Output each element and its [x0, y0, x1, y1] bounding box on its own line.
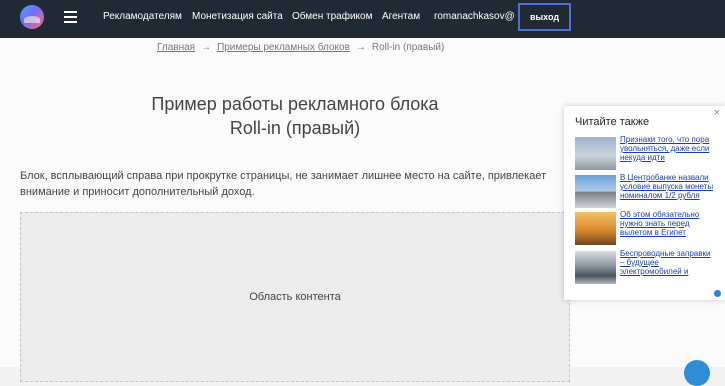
- widget-item[interactable]: В Центробанке назвали условие выпуска мо…: [575, 173, 720, 209]
- content-area-label: Область контента: [249, 291, 341, 303]
- ad-network-badge-icon[interactable]: [714, 290, 721, 297]
- widget-item-thumbnail[interactable]: [575, 175, 616, 208]
- page-title-line-2: Roll-in (правый): [229, 118, 361, 138]
- breadcrumb-home-link[interactable]: Главная: [157, 42, 195, 53]
- widget-item-thumbnail[interactable]: [575, 212, 616, 245]
- widget-item-thumbnail[interactable]: [575, 251, 616, 284]
- breadcrumb-separator: →: [355, 42, 366, 53]
- widget-title: Читайте также: [575, 116, 650, 128]
- widget-item-link[interactable]: В Центробанке назвали условие выпуска мо…: [620, 173, 715, 200]
- breadcrumb-current: Roll-in (правый): [371, 42, 445, 53]
- widget-item[interactable]: Признаки того, что пора увольняться, даж…: [575, 135, 720, 171]
- nav-item-monetization[interactable]: Монетизация сайта: [192, 11, 283, 22]
- content-area-placeholder: Область контента: [20, 212, 570, 382]
- chat-icon[interactable]: [684, 360, 710, 386]
- widget-item[interactable]: Беспроводные заправки – будущее электром…: [575, 249, 720, 285]
- close-icon[interactable]: ×: [714, 107, 720, 119]
- page-title-line-1: Пример работы рекламного блока: [151, 94, 439, 114]
- widget-item-thumbnail[interactable]: [575, 137, 616, 170]
- widget-item-link[interactable]: Беспроводные заправки – будущее электром…: [620, 249, 715, 276]
- breadcrumb: Главная → Примеры рекламных блоков → Roll-in…: [157, 42, 444, 53]
- widget-item[interactable]: Об этом обязательно нужно знать перед вы…: [575, 210, 720, 246]
- widget-item-link[interactable]: Признаки того, что пора увольняться, даж…: [620, 135, 715, 162]
- breadcrumb-separator: →: [201, 42, 212, 53]
- roll-in-widget: × Читайте также Признаки того, что пора …: [564, 106, 725, 300]
- logout-button[interactable]: выход: [518, 3, 571, 31]
- logo-icon[interactable]: [20, 5, 44, 29]
- nav-user-account[interactable]: romanachkasov@: [434, 11, 515, 22]
- page-description: Блок, всплывающий справа при прокрутке с…: [20, 170, 547, 198]
- top-navigation-bar: Рекламодателям Монетизация сайта Обмен т…: [0, 0, 725, 38]
- nav-item-traffic-exchange[interactable]: Обмен трафиком: [292, 11, 372, 22]
- nav-item-advertisers[interactable]: Рекламодателям: [103, 11, 182, 22]
- hamburger-menu-icon[interactable]: [64, 11, 77, 23]
- nav-item-agents[interactable]: Агентам: [382, 11, 420, 22]
- page-title: Пример работы рекламного блока Roll-in (…: [0, 92, 590, 140]
- widget-item-link[interactable]: Об этом обязательно нужно знать перед вы…: [620, 210, 715, 237]
- breadcrumb-section-link[interactable]: Примеры рекламных блоков: [217, 42, 350, 53]
